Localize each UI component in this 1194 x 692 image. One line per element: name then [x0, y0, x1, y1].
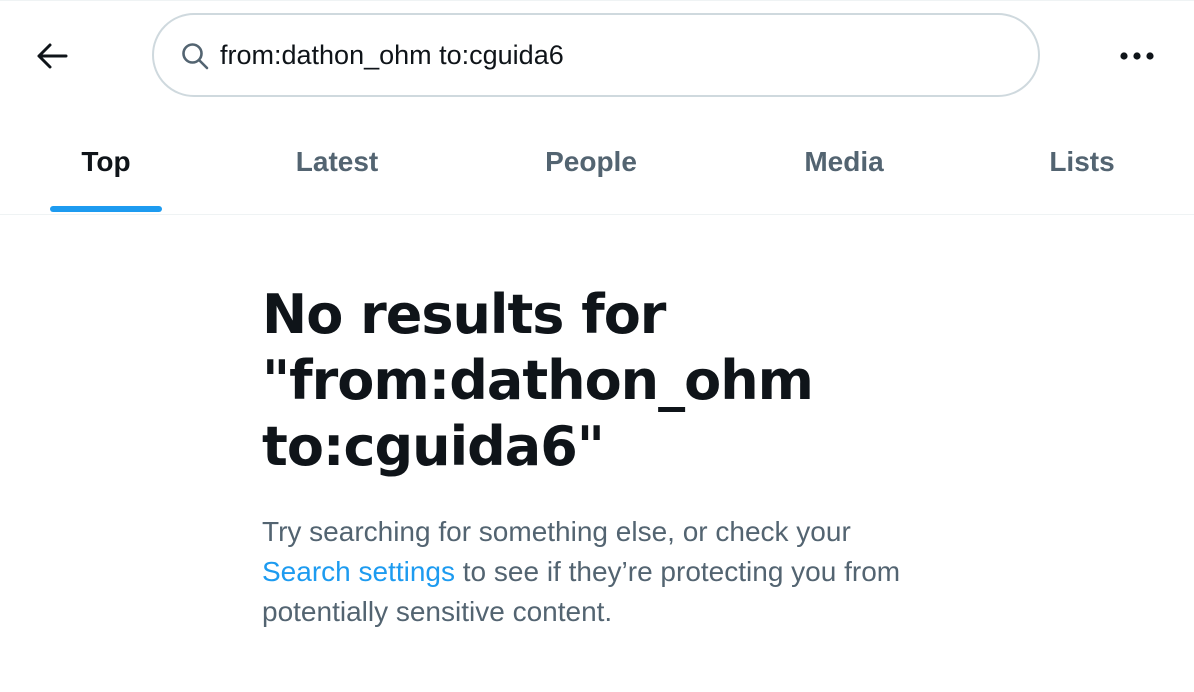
search-input[interactable] — [220, 33, 1000, 77]
empty-state-title: No results for "from:dathon_ohm to:cguid… — [262, 282, 1082, 480]
top-divider — [0, 0, 1194, 1]
empty-state-title-line: No results for — [262, 283, 666, 346]
tab-top[interactable]: Top — [50, 110, 162, 214]
search-settings-link[interactable]: Search settings — [262, 556, 455, 587]
tab-label: Lists — [1049, 146, 1115, 177]
tab-people[interactable]: People — [524, 110, 658, 214]
empty-state-text: Try searching for something else, or che… — [262, 516, 851, 547]
more-options-button[interactable] — [1110, 38, 1164, 74]
tab-label: Latest — [295, 146, 379, 177]
empty-state-title-line: to:cguida6" — [262, 415, 605, 478]
back-button[interactable] — [28, 36, 76, 76]
empty-state-message: Try searching for something else, or che… — [262, 512, 942, 632]
search-icon — [180, 41, 210, 71]
active-tab-indicator — [50, 206, 162, 212]
tab-label: People — [545, 146, 637, 177]
search-tabs: Top Latest People Media Lists — [0, 110, 1194, 215]
search-box[interactable] — [152, 13, 1040, 97]
tab-label: Media — [804, 146, 884, 177]
tab-latest[interactable]: Latest — [280, 110, 394, 214]
arrow-left-icon — [37, 43, 68, 69]
tab-label: Top — [81, 146, 131, 177]
empty-state-title-line: "from:dathon_ohm — [262, 349, 814, 412]
tab-lists[interactable]: Lists — [1036, 110, 1128, 214]
more-horizontal-icon — [1120, 52, 1154, 60]
tab-media[interactable]: Media — [786, 110, 902, 214]
